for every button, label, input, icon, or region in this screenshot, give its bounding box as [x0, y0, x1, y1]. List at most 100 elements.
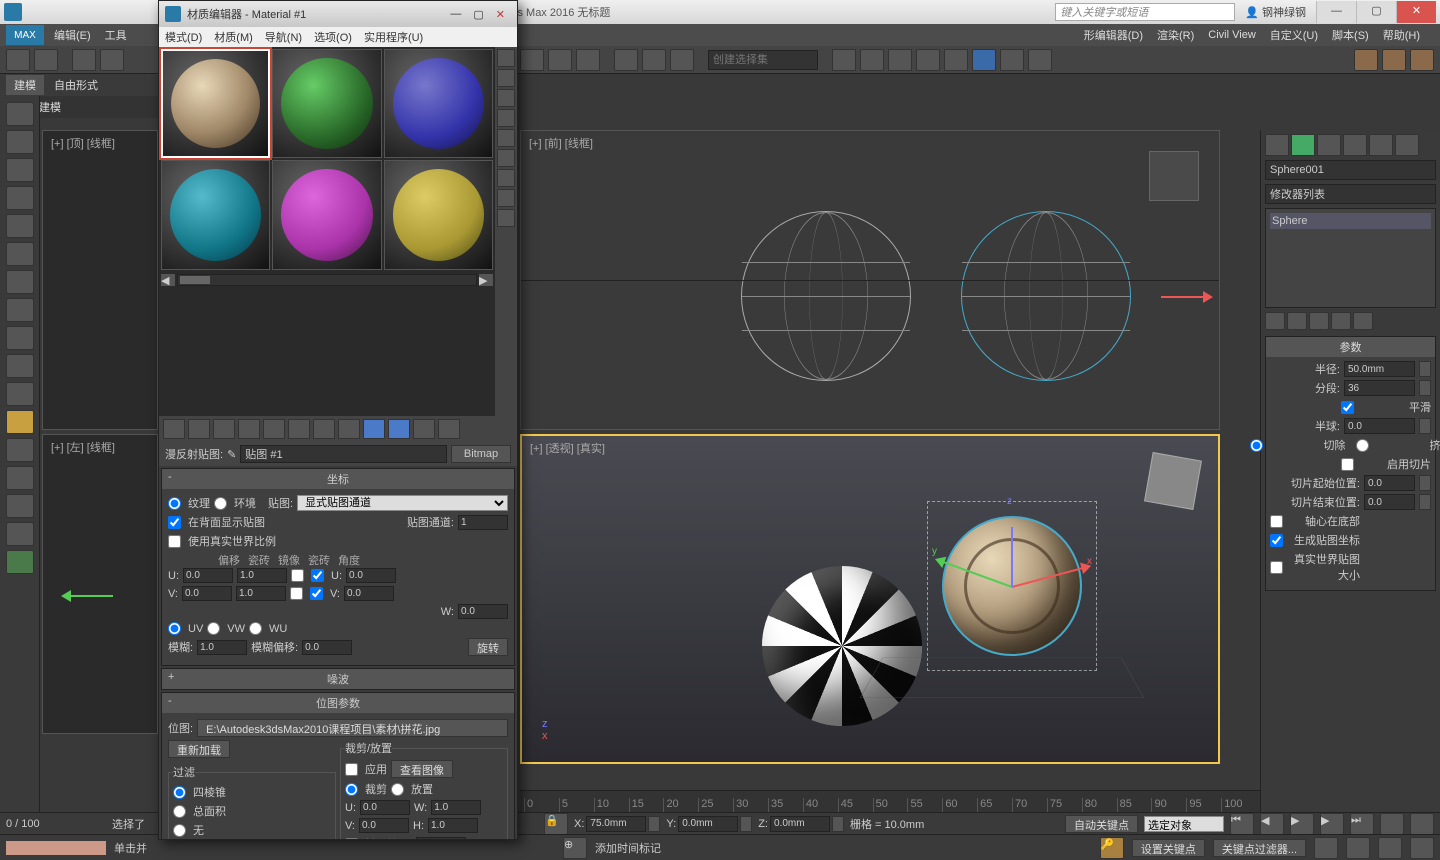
create-tab[interactable] — [1265, 134, 1289, 156]
smooth-checkbox[interactable] — [1341, 401, 1354, 414]
map-type-button[interactable]: Bitmap — [451, 445, 511, 463]
background-button[interactable] — [497, 89, 515, 107]
reload-button[interactable]: 重新加载 — [168, 740, 230, 758]
mat-menu-utilities[interactable]: 实用程序(U) — [364, 29, 423, 45]
sun-tool-icon[interactable] — [6, 410, 34, 434]
mat-close-button[interactable]: ✕ — [490, 8, 511, 21]
sphere-tool-icon[interactable] — [6, 242, 34, 266]
menu-tools[interactable]: 工具 — [105, 27, 127, 43]
assign-button[interactable] — [213, 419, 235, 439]
teapot-tool-icon[interactable] — [6, 102, 34, 126]
make-unique-button[interactable] — [288, 419, 310, 439]
mat-menu-nav[interactable]: 导航(N) — [265, 29, 302, 45]
foliage-tool-icon[interactable] — [6, 550, 34, 574]
stack-item-sphere[interactable]: Sphere — [1270, 213, 1431, 229]
y-coord-spinner[interactable]: 0.0mm — [678, 816, 738, 832]
real-world-checkbox[interactable] — [1270, 561, 1283, 574]
radius-spin-buttons[interactable] — [1419, 361, 1431, 377]
place-radio[interactable] — [391, 783, 404, 796]
sample-slot-5[interactable] — [272, 160, 381, 269]
menu-help[interactable]: 帮助(H) — [1383, 27, 1420, 43]
slice-to-spin-buttons[interactable] — [1419, 494, 1431, 510]
angle-w-spinner[interactable] — [458, 604, 508, 619]
hierarchy-tab[interactable] — [1317, 134, 1341, 156]
warp-tool-icon[interactable] — [6, 494, 34, 518]
maximize-button[interactable]: ▢ — [1356, 1, 1396, 23]
nav1-button[interactable] — [1314, 837, 1338, 859]
autokey-button[interactable]: 自动关键点 — [1065, 815, 1138, 833]
go-forward-button[interactable] — [438, 419, 460, 439]
close-button[interactable]: ✕ — [1396, 1, 1436, 23]
modifier-list-dropdown[interactable]: 修改器列表 — [1265, 184, 1436, 204]
uv-radio[interactable] — [168, 622, 181, 635]
x-spin-buttons[interactable] — [648, 816, 660, 832]
mirror-v-checkbox[interactable] — [290, 587, 303, 600]
show-back-checkbox[interactable] — [168, 516, 181, 529]
slice-to-spinner[interactable]: 0.0 — [1364, 494, 1415, 510]
menu-render[interactable]: 渲染(R) — [1157, 27, 1194, 43]
checker-tool-icon[interactable] — [6, 214, 34, 238]
offset-v-spinner[interactable] — [182, 586, 232, 601]
sample-type-button[interactable] — [497, 49, 515, 67]
mat-id-button[interactable] — [338, 419, 360, 439]
tab-modeling[interactable]: 建模 — [6, 75, 44, 95]
nav4-button[interactable] — [1410, 837, 1434, 859]
setkey-button[interactable]: 设置关键点 — [1132, 839, 1205, 857]
material-editor-button[interactable] — [972, 49, 996, 71]
helper-tool-icon[interactable] — [6, 354, 34, 378]
undo-button[interactable] — [6, 49, 30, 71]
mirror-button[interactable] — [832, 49, 856, 71]
summed-radio[interactable] — [173, 805, 186, 818]
play-button[interactable]: ▶ — [1290, 813, 1314, 835]
slice-from-spin-buttons[interactable] — [1419, 475, 1431, 491]
unique-button[interactable] — [1309, 312, 1329, 330]
plane-tool-icon[interactable] — [6, 158, 34, 182]
segments-spin-buttons[interactable] — [1419, 380, 1431, 396]
remove-mod-button[interactable] — [1331, 312, 1351, 330]
radius-spinner[interactable]: 50.0mm — [1344, 361, 1415, 377]
options-button[interactable] — [497, 169, 515, 187]
show-end-button[interactable] — [388, 419, 410, 439]
nav-pan-button[interactable] — [1410, 813, 1434, 835]
camera-tool-icon[interactable] — [6, 270, 34, 294]
crop-v-spinner[interactable] — [359, 818, 409, 833]
squash-radio[interactable] — [1356, 439, 1369, 452]
pick-icon[interactable]: ✎ — [227, 448, 236, 461]
checker-sphere-object[interactable] — [762, 566, 922, 726]
viewport-front[interactable]: [+] [前] [线框] — [520, 130, 1220, 430]
unlink-button[interactable] — [100, 49, 124, 71]
utilities-tab[interactable] — [1395, 134, 1419, 156]
grid-tool-icon[interactable] — [6, 186, 34, 210]
move-button[interactable] — [520, 49, 544, 71]
time-slider-track[interactable] — [6, 841, 106, 855]
angle-u-spinner[interactable] — [346, 568, 396, 583]
mat-menu-options[interactable]: 选项(O) — [314, 29, 352, 45]
help-search-input[interactable]: 键入关键字或短语 — [1055, 3, 1235, 21]
app-menu-icon[interactable]: MAX — [6, 25, 44, 45]
mapping-dropdown[interactable]: 显式贴图通道 — [297, 495, 508, 511]
scale-button[interactable] — [576, 49, 600, 71]
sample-slot-3[interactable] — [384, 49, 493, 158]
crop-u-spinner[interactable] — [360, 800, 410, 815]
configure-button[interactable] — [1353, 312, 1373, 330]
modify-tab[interactable] — [1291, 134, 1315, 156]
none-filter-radio[interactable] — [173, 824, 186, 837]
backlight-button[interactable] — [497, 69, 515, 87]
redo-button[interactable] — [34, 49, 58, 71]
jitter-checkbox[interactable] — [345, 838, 358, 840]
bone-tool-icon[interactable] — [6, 326, 34, 350]
rollout-params-head[interactable]: 参数 — [1266, 337, 1435, 357]
sphere2-tool-icon[interactable] — [6, 438, 34, 462]
mat-menu-mode[interactable]: 模式(D) — [165, 29, 202, 45]
sample-scroll-right[interactable]: ▶ — [479, 274, 493, 286]
base-pivot-checkbox[interactable] — [1270, 515, 1283, 528]
show-in-vp-button[interactable] — [363, 419, 385, 439]
rollout-noise-head[interactable]: +噪波 — [162, 669, 514, 689]
particle-tool-icon[interactable] — [6, 466, 34, 490]
show-result-button[interactable] — [1287, 312, 1307, 330]
selection-set-input[interactable] — [708, 50, 818, 70]
teapot-icon[interactable] — [1354, 49, 1378, 71]
add-time-tag-label[interactable]: 添加时间标记 — [595, 840, 661, 856]
menu-civil[interactable]: Civil View — [1208, 29, 1255, 41]
rotate-button[interactable] — [548, 49, 572, 71]
